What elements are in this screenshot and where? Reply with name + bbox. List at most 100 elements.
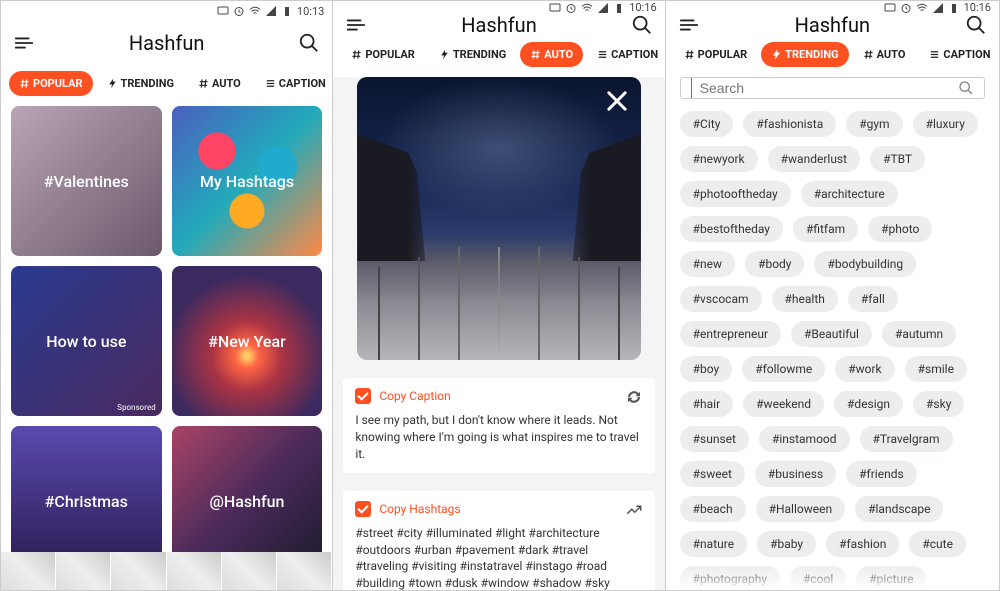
hashtag-chip[interactable]: #Beautiful xyxy=(791,321,872,347)
cast-icon xyxy=(217,5,229,17)
hashtag-chip[interactable]: #photooftheday xyxy=(680,181,791,207)
selected-photo[interactable] xyxy=(357,77,640,360)
card-valentines[interactable]: #Valentines xyxy=(11,106,162,256)
screen-trending: 10:16 Hashfun POPULAR TRENDING AUTO CAPT… xyxy=(666,1,999,590)
search-input[interactable] xyxy=(700,80,950,96)
tab-auto[interactable]: AUTO xyxy=(520,42,583,67)
hashtag-chip[interactable]: #business xyxy=(755,461,836,487)
hashtag-chip[interactable]: #hair xyxy=(680,391,734,417)
search-box[interactable] xyxy=(680,77,985,99)
hashtag-chip[interactable]: #vscocam xyxy=(680,286,762,312)
ad-row[interactable] xyxy=(1,552,332,590)
hashtag-chip[interactable]: #cool xyxy=(790,566,846,590)
hashtag-chip[interactable]: #cute xyxy=(909,531,966,557)
ad-item[interactable] xyxy=(111,552,166,590)
menu-icon[interactable] xyxy=(345,14,367,36)
hashtag-chip[interactable]: #picture xyxy=(856,566,926,590)
hashtag-chip[interactable]: #photo xyxy=(868,216,932,242)
card-new-year[interactable]: #New Year xyxy=(172,266,323,416)
hashtag-chip[interactable]: #newyork xyxy=(680,146,758,172)
hashtag-chip[interactable]: #new xyxy=(680,251,735,277)
tab-popular[interactable]: POPULAR xyxy=(674,42,758,67)
menu-icon[interactable] xyxy=(13,32,35,54)
hashtag-chip[interactable]: #City xyxy=(680,111,734,137)
search-icon[interactable] xyxy=(958,80,974,96)
hashtag-chip[interactable]: #work xyxy=(835,356,894,382)
tab-caption[interactable]: CAPTION xyxy=(919,42,999,67)
signal-icon xyxy=(597,2,609,14)
card-how-to-use[interactable]: How to useSponsored xyxy=(11,266,162,416)
hashtag-chip[interactable]: #TBT xyxy=(870,146,925,172)
hashtag-chip[interactable]: #sweet xyxy=(680,461,745,487)
tab-bar: POPULAR TRENDING AUTO CAPTION xyxy=(1,65,332,106)
hashtag-chip[interactable]: #gym xyxy=(846,111,902,137)
tab-label: POPULAR xyxy=(698,48,748,61)
hashtag-chip[interactable]: #architecture xyxy=(801,181,898,207)
hashtag-chip[interactable]: #instamood xyxy=(759,426,850,452)
hashtag-chip[interactable]: #autumn xyxy=(882,321,956,347)
tab-caption[interactable]: CAPTION xyxy=(587,42,666,67)
hashtag-chip[interactable]: #health xyxy=(772,286,838,312)
hashtag-chip[interactable]: #sky xyxy=(913,391,964,417)
hashtag-chip[interactable]: #entrepreneur xyxy=(680,321,781,347)
hashtag-chip[interactable]: #fashion xyxy=(826,531,899,557)
hashtag-chip[interactable]: #sunset xyxy=(680,426,749,452)
hashtag-chip[interactable]: #smile xyxy=(905,356,967,382)
ad-item[interactable] xyxy=(277,552,332,590)
tab-popular[interactable]: POPULAR xyxy=(9,71,93,96)
tab-caption[interactable]: CAPTION xyxy=(255,71,334,96)
hashtag-chip[interactable]: #boy xyxy=(680,356,733,382)
tab-auto[interactable]: AUTO xyxy=(853,42,916,67)
hashtag-chip[interactable]: #fitfam xyxy=(793,216,858,242)
ad-item[interactable] xyxy=(222,552,277,590)
hashtag-chip[interactable]: #wanderlust xyxy=(768,146,860,172)
hashtag-chip[interactable]: #body xyxy=(745,251,804,277)
hashtag-chip[interactable]: #landscape xyxy=(855,496,943,522)
search-icon[interactable] xyxy=(298,32,320,54)
hashtag-chip[interactable]: #luxury xyxy=(913,111,978,137)
hashtag-chip[interactable]: #Halloween xyxy=(756,496,846,522)
app-header: Hashfun xyxy=(1,21,332,65)
hash-icon xyxy=(530,49,541,60)
wifi-icon xyxy=(249,5,261,17)
hashtag-chip[interactable]: #nature xyxy=(680,531,747,557)
ad-item[interactable] xyxy=(167,552,222,590)
search-icon[interactable] xyxy=(631,14,653,36)
tab-trending[interactable]: TRENDING xyxy=(761,42,848,67)
tab-label: TRENDING xyxy=(785,48,838,61)
ad-item[interactable] xyxy=(1,552,56,590)
hashtag-chip[interactable]: #followme xyxy=(742,356,825,382)
tab-auto[interactable]: AUTO xyxy=(188,71,251,96)
hashtag-chip[interactable]: #fall xyxy=(848,286,898,312)
status-time: 10:13 xyxy=(297,5,324,18)
hashtags-checkbox[interactable] xyxy=(355,501,371,517)
tab-trending[interactable]: TRENDING xyxy=(429,42,516,67)
hashtag-chip[interactable]: #baby xyxy=(757,531,816,557)
card-my-hashtags[interactable]: My Hashtags xyxy=(172,106,323,256)
copy-hashtags-section: Copy Hashtags #street #city #illuminated… xyxy=(343,491,654,590)
hashtag-chip[interactable]: #design xyxy=(834,391,903,417)
hashtag-chip[interactable]: #Travelgram xyxy=(860,426,953,452)
card-label: How to use xyxy=(46,332,126,351)
ad-item[interactable] xyxy=(56,552,111,590)
hashtag-chip[interactable]: #beach xyxy=(680,496,746,522)
caption-checkbox[interactable] xyxy=(355,388,371,404)
tab-popular[interactable]: POPULAR xyxy=(341,42,425,67)
refresh-icon[interactable] xyxy=(625,388,643,406)
hashtag-chip[interactable]: #photography xyxy=(680,566,780,590)
search-icon[interactable] xyxy=(965,14,987,36)
trending-up-icon[interactable] xyxy=(625,501,643,519)
hash-icon xyxy=(351,49,362,60)
menu-icon[interactable] xyxy=(678,14,700,36)
hashtag-chip[interactable]: #bodybuilding xyxy=(814,251,916,277)
tab-trending[interactable]: TRENDING xyxy=(97,71,184,96)
app-header: Hashfun xyxy=(333,14,664,36)
hashtag-chips: #City #fashionista #gym #luxury #newyork #wan… xyxy=(666,111,999,590)
tab-label: POPULAR xyxy=(33,77,83,90)
tab-bar: POPULAR TRENDING AUTO CAPTION xyxy=(666,36,999,77)
hashtag-chip[interactable]: #bestoftheday xyxy=(680,216,783,242)
hashtag-chip[interactable]: #fashionista xyxy=(743,111,836,137)
hashtag-chip[interactable]: #weekend xyxy=(743,391,824,417)
close-icon[interactable] xyxy=(603,87,631,115)
hashtag-chip[interactable]: #friends xyxy=(846,461,917,487)
